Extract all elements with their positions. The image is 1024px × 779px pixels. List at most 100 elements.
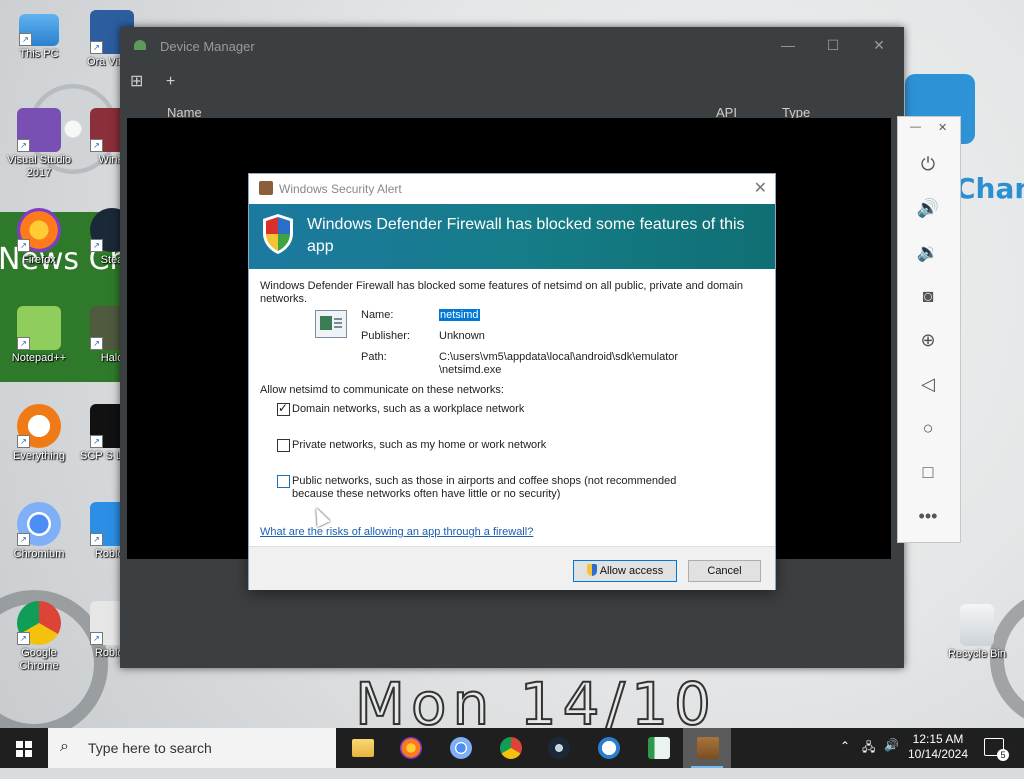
panel-minimize-icon[interactable]: —: [910, 121, 921, 133]
start-button[interactable]: [0, 728, 48, 768]
more-icon[interactable]: •••: [913, 501, 943, 531]
device-manager-titlebar: Device Manager — ☐ ✕: [120, 27, 904, 65]
dialog-description: Windows Defender Firewall has blocked so…: [260, 280, 744, 305]
chrome-icon: [500, 737, 522, 759]
show-hidden-icons-icon[interactable]: ⌃: [840, 739, 850, 779]
desktop-icon-label: Everything: [13, 450, 65, 462]
desktop-icon-label: This PC: [19, 48, 59, 60]
public-networks-label-line1[interactable]: Public networks, such as those in airpor…: [292, 475, 676, 488]
firewall-app-icon: [697, 737, 719, 759]
everything-search-icon: ↗: [17, 404, 61, 448]
home-icon[interactable]: ○: [913, 413, 943, 443]
steam-icon: [548, 737, 570, 759]
device-manager-toolbar: ⊞ +: [130, 71, 175, 91]
path-label: Path:: [361, 351, 387, 363]
name-value[interactable]: netsimd: [439, 309, 480, 321]
power-icon[interactable]: ⏻: [913, 149, 943, 179]
domain-networks-checkbox[interactable]: [277, 401, 290, 416]
taskbar: ⌕ Type here to search ⌃ 🖧 🔊 12:15 AM 10/…: [0, 728, 1024, 768]
firewall-risks-link[interactable]: What are the risks of allowing an app th…: [260, 526, 533, 538]
taskbar-clock[interactable]: 12:15 AM 10/14/2024: [906, 732, 970, 762]
panel-close-icon[interactable]: ✕: [938, 121, 947, 134]
publisher-label: Publisher:: [361, 330, 410, 342]
taskbar-chrome[interactable]: [486, 728, 534, 768]
chrome-icon: ↗: [17, 601, 61, 645]
taskbar-search[interactable]: ⌕ Type here to search: [48, 728, 336, 768]
desktop-icon-visual-studio[interactable]: ↗ Visual Studio 2017: [2, 108, 76, 180]
desktop-icon-this-pc[interactable]: ↗ This PC: [2, 10, 76, 61]
dialog-banner: Windows Defender Firewall has blocked so…: [249, 204, 775, 269]
taskbar-chromium[interactable]: [436, 728, 484, 768]
close-button[interactable]: ✕: [869, 37, 889, 54]
private-networks-checkbox[interactable]: [277, 439, 290, 452]
app-icon: [315, 310, 347, 338]
zoom-icon[interactable]: ⊕: [913, 325, 943, 355]
volume-down-icon[interactable]: 🔉: [913, 237, 943, 267]
notepad-icon: [648, 737, 670, 759]
chromium-icon: ↗: [17, 502, 61, 546]
name-label: Name:: [361, 309, 394, 321]
notification-center-icon[interactable]: 5: [984, 738, 1009, 761]
allow-access-label: Allow access: [599, 565, 664, 577]
network-icon[interactable]: 🖧: [862, 738, 875, 778]
volume-icon[interactable]: 🔊: [884, 738, 899, 778]
cancel-button[interactable]: Cancel: [688, 560, 761, 582]
allow-access-button[interactable]: Allow access: [573, 560, 677, 582]
path-value-line2: \netsimd.exe: [439, 364, 502, 376]
taskbar-app-store[interactable]: [584, 728, 632, 768]
desktop-icon-everything[interactable]: ↗ Everything: [2, 404, 76, 463]
domain-networks-label[interactable]: Domain networks, such as a workplace net…: [292, 403, 524, 416]
public-networks-checkbox[interactable]: [277, 475, 290, 488]
notification-count: 5: [997, 749, 1009, 761]
emulator-control-panel: — ✕ ⏻ 🔊 🔉 ◙ ⊕ ◁ ○ □ •••: [897, 116, 961, 543]
minimize-button[interactable]: —: [778, 37, 798, 53]
shield-icon: [263, 214, 293, 254]
desktop-icon-label: Chromium: [13, 548, 65, 560]
path-value-line1: C:\users\vm5\appdata\local\android\sdk\e…: [439, 351, 679, 363]
desktop-icon-firefox[interactable]: ↗ Firefox: [2, 208, 76, 267]
computer-icon: ↗: [19, 14, 59, 46]
private-networks-label[interactable]: Private networks, such as my home or wor…: [292, 439, 546, 452]
notepad-plus-plus-icon: ↗: [17, 306, 61, 350]
dialog-footer: Allow access Cancel: [249, 546, 775, 590]
uac-shield-icon: [586, 564, 597, 576]
taskbar-steam[interactable]: [534, 728, 582, 768]
desktop-icon-recycle-bin[interactable]: Recycle Bin: [940, 604, 1014, 661]
search-icon: ⌕: [60, 738, 69, 755]
desktop-icon-chromium[interactable]: ↗ Chromium: [2, 502, 76, 561]
public-networks-label-line2[interactable]: because these networks often have little…: [292, 488, 560, 501]
back-icon[interactable]: ◁: [913, 369, 943, 399]
camera-icon[interactable]: ◙: [913, 281, 943, 311]
search-placeholder: Type here to search: [88, 740, 212, 756]
publisher-value: Unknown: [439, 330, 485, 342]
android-icon: [134, 40, 146, 50]
maximize-button[interactable]: ☐: [823, 37, 843, 54]
taskbar-firefox[interactable]: [386, 728, 434, 768]
security-alert-dialog: Windows Security Alert ✕ Windows Defende…: [248, 173, 776, 590]
allow-prompt: Allow netsimd to communicate on these ne…: [260, 384, 504, 396]
device-grid-icon[interactable]: ⊞: [130, 73, 143, 90]
firefox-icon: [400, 737, 422, 759]
taskbar-notepad[interactable]: [634, 728, 682, 768]
overview-icon[interactable]: □: [913, 457, 943, 487]
banner-text: Windows Defender Firewall has blocked so…: [307, 216, 745, 255]
dialog-close-icon[interactable]: ✕: [754, 178, 767, 198]
desktop-icon-google-chrome[interactable]: ↗ Google Chrome: [2, 601, 76, 673]
visual-studio-icon: ↗: [17, 108, 61, 152]
taskbar-file-explorer[interactable]: [338, 728, 386, 768]
dialog-titlebar: Windows Security Alert ✕: [249, 174, 775, 204]
desktop-icon-label: Firefox: [22, 254, 56, 266]
dialog-title: Windows Security Alert: [279, 182, 402, 196]
firewall-icon: [259, 181, 273, 195]
desktop-icon-notepad-plus-plus[interactable]: ↗ Notepad++: [2, 306, 76, 365]
volume-up-icon[interactable]: 🔊: [913, 193, 943, 223]
taskbar-active-app[interactable]: [683, 728, 731, 768]
device-manager-title: Device Manager: [160, 39, 255, 54]
desktop-icon-label: Google Chrome: [19, 647, 59, 672]
desktop-icon-label: Recycle Bin: [947, 648, 1007, 660]
add-device-icon[interactable]: +: [166, 73, 175, 90]
wallpaper-channel-text: Channe: [955, 172, 1024, 205]
wallpaper-date-text: Mon 14/10: [354, 669, 717, 728]
desktop-icon-label: Visual Studio 2017: [6, 154, 71, 179]
clock-time: 12:15 AM: [912, 732, 964, 746]
